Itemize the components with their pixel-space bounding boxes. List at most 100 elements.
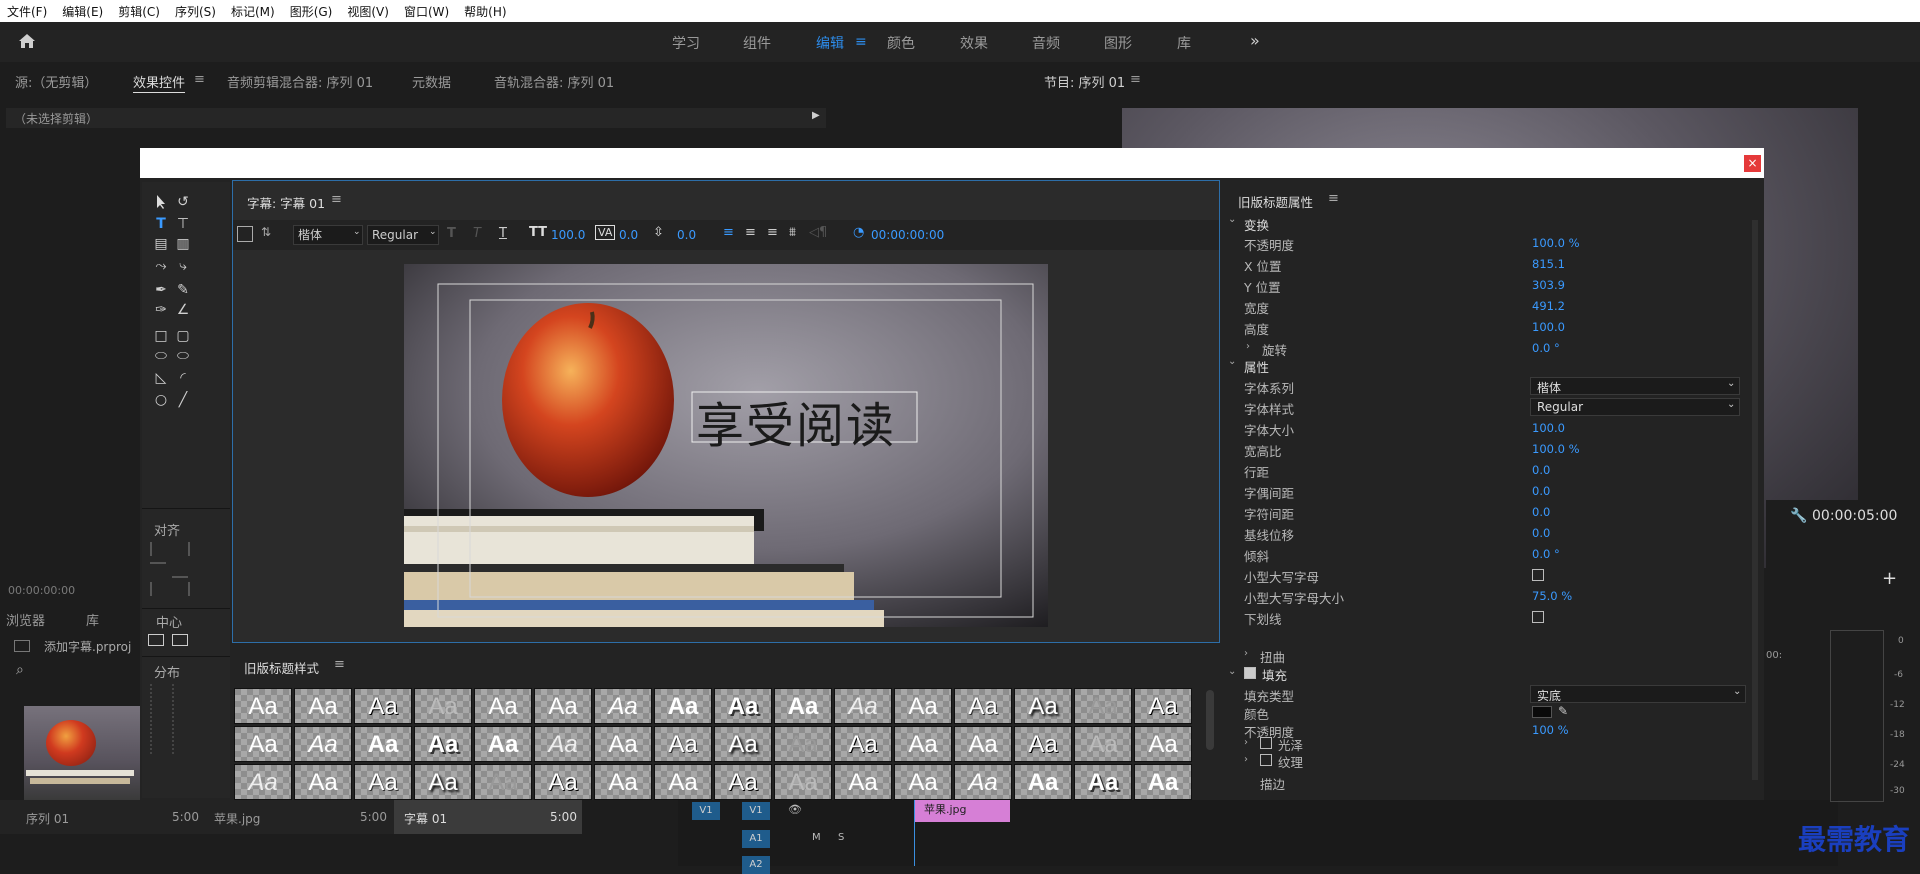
track-v1[interactable]: V1 — [742, 802, 770, 820]
style-swatch[interactable]: Aa — [1074, 764, 1132, 800]
track-a2[interactable]: A2 — [742, 856, 770, 874]
vertical-type-tool-icon[interactable]: ⊤ — [174, 216, 192, 232]
rounded-corner-tool-icon[interactable]: ⬭ — [174, 348, 192, 364]
style-swatch[interactable]: Aa — [714, 688, 772, 724]
workspace-tab-graphics[interactable]: 图形 — [1104, 33, 1132, 53]
property-value[interactable]: 0.0 ° — [1532, 547, 1560, 561]
style-swatch[interactable]: Aa — [894, 688, 952, 724]
workspace-tab-color[interactable]: 颜色 — [887, 33, 915, 53]
style-swatch[interactable]: Aa — [294, 688, 352, 724]
dialog-title-bar[interactable] — [140, 148, 1764, 178]
property-value[interactable]: 815.1 — [1532, 257, 1565, 271]
panel-menu-icon[interactable]: ≡ — [334, 657, 345, 672]
fill-checkbox[interactable] — [1244, 667, 1256, 679]
style-swatch[interactable]: Aa — [354, 726, 412, 762]
tab-libraries[interactable]: 库 — [86, 610, 99, 629]
italic-icon[interactable]: T — [473, 226, 481, 241]
style-swatch[interactable]: Aa — [834, 726, 892, 762]
style-swatch[interactable]: Aa — [414, 688, 472, 724]
property-value[interactable]: 0.0 — [1532, 526, 1550, 540]
style-swatch[interactable]: Aa — [534, 726, 592, 762]
search-icon[interactable]: ⌕ — [16, 662, 24, 678]
transform-section[interactable]: 变换 — [1244, 215, 1269, 234]
style-swatch[interactable]: Aa — [594, 688, 652, 724]
path-type-tool-icon[interactable]: ⤳ — [152, 258, 170, 274]
style-swatch[interactable]: Aa — [354, 764, 412, 800]
rotation-tool-icon[interactable]: ↺ — [174, 194, 192, 210]
tab-audio-track-mixer[interactable]: 音轨混合器: 序列 01 — [494, 72, 614, 91]
style-swatch[interactable]: Aa — [414, 726, 472, 762]
menu-edit[interactable]: 编辑(E) — [55, 3, 111, 20]
style-swatch[interactable]: Aa — [774, 688, 832, 724]
menu-clip[interactable]: 剪辑(C) — [111, 3, 168, 20]
style-swatch[interactable]: Aa — [954, 688, 1012, 724]
font-family-dropdown[interactable]: 楷体 ⌄ — [1530, 377, 1740, 395]
style-swatch[interactable]: Aa — [954, 726, 1012, 762]
tab-stops-icon[interactable]: ⩩ — [789, 225, 796, 240]
home-icon[interactable] — [18, 33, 36, 53]
bold-icon[interactable]: T — [447, 226, 456, 241]
property-value[interactable]: 0.0 — [1532, 484, 1550, 498]
leading-value[interactable]: 0.0 — [677, 228, 696, 242]
style-swatch[interactable]: Aa — [594, 764, 652, 800]
solo-button[interactable]: S — [838, 832, 844, 843]
style-swatch[interactable]: Aa — [834, 688, 892, 724]
style-swatch[interactable]: Aa — [534, 688, 592, 724]
style-swatch[interactable]: Aa — [774, 726, 832, 762]
more-workspaces-icon[interactable]: » — [1250, 31, 1260, 50]
mute-button[interactable]: M — [812, 832, 821, 843]
align-right-icon[interactable] — [172, 542, 190, 556]
panel-menu-icon[interactable]: ≡ — [331, 192, 342, 207]
style-swatch[interactable]: Aa — [534, 764, 592, 800]
properties-section[interactable]: 属性 — [1244, 357, 1269, 376]
style-swatch[interactable]: Aa — [1014, 764, 1072, 800]
add-button[interactable]: + — [1882, 568, 1897, 589]
center-vertical-icon[interactable] — [172, 634, 188, 646]
clip-sequence-name[interactable]: 序列 01 — [26, 810, 69, 827]
chevron-down-icon[interactable]: ⌄ — [1228, 214, 1236, 225]
chevron-down-icon[interactable]: ⌄ — [1228, 356, 1236, 367]
stroke-section-label[interactable]: 描边 — [1260, 774, 1285, 793]
wrench-icon[interactable]: 🔧 — [1790, 508, 1807, 524]
eye-icon[interactable]: 👁 — [788, 803, 802, 816]
ellipse-tool-icon[interactable]: ○ — [152, 392, 170, 408]
texture-checkbox[interactable] — [1260, 754, 1272, 766]
style-swatch[interactable]: Aa — [1074, 726, 1132, 762]
editor-timecode[interactable]: 00:00:00:00 — [871, 228, 944, 242]
convert-anchor-tool-icon[interactable]: ∠ — [174, 302, 192, 318]
line-tool-icon[interactable]: ╱ — [174, 392, 192, 408]
workspace-tab-audio[interactable]: 音频 — [1032, 33, 1060, 53]
roll-crawl-icon[interactable]: ⇅ — [261, 225, 271, 239]
tab-effect-controls[interactable]: 效果控件 — [133, 72, 185, 91]
underline-icon[interactable]: T — [499, 226, 507, 241]
property-value[interactable]: 303.9 — [1532, 278, 1565, 292]
menu-marker[interactable]: 标记(M) — [224, 3, 283, 20]
workspace-tab-libraries[interactable]: 库 — [1177, 33, 1191, 53]
clip-apple-name[interactable]: 苹果.jpg — [214, 810, 260, 827]
clipped-corner-tool-icon[interactable]: ⬭ — [152, 348, 170, 364]
font-size-value[interactable]: 100.0 — [551, 228, 585, 242]
style-swatch[interactable]: Aa — [354, 688, 412, 724]
track-a1[interactable]: A1 — [742, 830, 770, 848]
properties-scrollbar[interactable] — [1752, 220, 1758, 780]
chevron-right-icon[interactable]: › — [1244, 648, 1248, 659]
playhead[interactable] — [914, 800, 915, 866]
style-swatch[interactable]: Aa — [594, 726, 652, 762]
property-value[interactable]: 0.0 — [1532, 463, 1550, 477]
kerning-value[interactable]: 0.0 — [619, 228, 638, 242]
new-title-icon[interactable] — [237, 226, 253, 242]
chevron-down-icon[interactable]: ⌄ — [1228, 666, 1236, 677]
style-swatch[interactable]: Aa — [294, 726, 352, 762]
align-top-icon[interactable] — [150, 562, 166, 578]
style-swatch[interactable]: Aa — [1134, 688, 1192, 724]
type-tool-icon[interactable]: T — [152, 216, 170, 232]
menu-help[interactable]: 帮助(H) — [457, 3, 514, 20]
show-background-icon[interactable]: ◁¶ — [809, 225, 827, 240]
style-swatch[interactable]: Aa — [294, 764, 352, 800]
property-value[interactable]: 0.0 ° — [1532, 341, 1560, 355]
style-swatch[interactable]: Aa — [1074, 688, 1132, 724]
title-text[interactable]: 享受阅读 — [696, 386, 896, 456]
property-value[interactable]: 100 % — [1532, 723, 1569, 737]
delete-anchor-tool-icon[interactable]: ✎ — [174, 282, 192, 298]
menu-graphics[interactable]: 图形(G) — [283, 3, 341, 20]
